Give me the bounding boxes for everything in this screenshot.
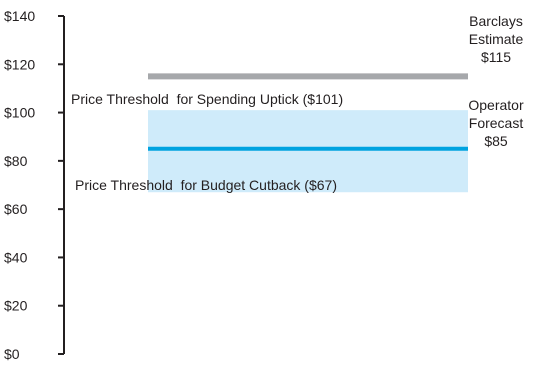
barclays-estimate-label: Barclays Estimate $115 <box>469 13 524 65</box>
operator-forecast-label: Operator Forecast $85 <box>468 97 524 149</box>
y-tick-label: $140 <box>4 8 35 24</box>
budget-cutback-threshold-label: Price Threshold for Budget Cutback ($67) <box>75 177 337 193</box>
y-tick-label: $120 <box>4 56 35 72</box>
y-tick-label: $40 <box>4 249 28 265</box>
y-tick-label: $20 <box>4 298 28 314</box>
chart: $0 $20 $40 $60 $80 $100 $120 $140 Barclays Estima… <box>0 0 535 362</box>
barclays-estimate-label-line: Estimate <box>469 31 524 47</box>
operator-forecast-label-line: Forecast <box>469 115 524 131</box>
operator-forecast-label-line: $85 <box>484 133 508 149</box>
y-tick-label: $100 <box>4 105 35 121</box>
spending-uptick-threshold-label: Price Threshold for Spending Uptick ($10… <box>71 91 343 107</box>
barclays-estimate-label-line: $115 <box>481 49 511 65</box>
chart-canvas: $0 $20 $40 $60 $80 $100 $120 $140 Barclays Estima… <box>4 8 524 362</box>
operator-forecast-label-line: Operator <box>468 97 524 113</box>
y-tick-label: $0 <box>4 346 20 362</box>
y-tick-label: $80 <box>4 153 28 169</box>
y-tick-label: $60 <box>4 201 28 217</box>
barclays-estimate-label-line: Barclays <box>469 13 523 29</box>
